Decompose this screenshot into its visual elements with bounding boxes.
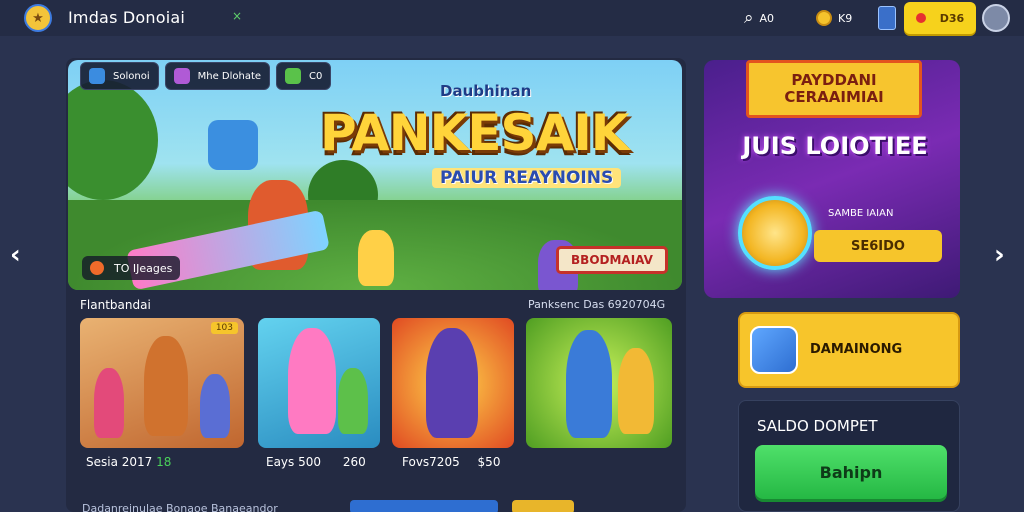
app-title: Imdas Donoiai (68, 8, 186, 27)
character-figure (566, 330, 612, 438)
hero-chip-label: Solonoi (113, 70, 150, 82)
card-tag: 103 (210, 322, 238, 334)
reward-coin-icon (738, 196, 812, 270)
card-caption-extra: $50 (477, 455, 501, 469)
card-caption-text: Fovs7205 (402, 455, 460, 469)
profile-icon[interactable] (982, 4, 1010, 32)
promo-title: JUIS LOIOTIEE (742, 132, 928, 160)
hero-badge: TO IJeages (82, 256, 181, 280)
hero-chip-label: C0 (309, 70, 323, 82)
hero-chip-label: Mhe Dlohate (197, 70, 262, 82)
notification-dot-icon (915, 13, 926, 23)
character-figure (426, 328, 478, 438)
wallet-panel: SALDO DOMPET Bahipn (738, 400, 960, 512)
character-figure (144, 336, 188, 436)
deposit-button-label: D36 (939, 11, 965, 25)
card-caption-text: Eays 500 (266, 455, 322, 469)
hero-badge-label: TO IJeages (114, 261, 173, 275)
wallet-title: SALDO DOMPET (757, 417, 878, 435)
game-card[interactable] (526, 318, 672, 448)
hero-chip[interactable]: C0 (276, 62, 332, 90)
gift-icon (173, 68, 190, 84)
hero-title: PANKESAIK (320, 104, 630, 162)
search-button[interactable]: ⌕ A0 (744, 0, 774, 36)
coin-value: K9 (838, 11, 853, 25)
top-bar: ★ Imdas Donoiai × ⌕ A0 K9 D36 (0, 0, 1024, 36)
hero-kicker: Daubhinan (440, 82, 532, 100)
badge-icon (90, 261, 104, 275)
card-caption-extra: 260 (342, 455, 366, 469)
coin-balance[interactable]: K9 (816, 0, 852, 36)
user-avatar-icon[interactable] (878, 6, 896, 30)
card-caption: Sesia 2017 18 (86, 455, 171, 469)
character-figure (288, 328, 336, 434)
card-caption: Fovs7205 $50 (402, 455, 500, 469)
carousel-prev-icon[interactable]: ‹ (10, 240, 21, 270)
promo-ribbon: PAYDDANI CERAAIMIAI (746, 60, 922, 118)
character-figure (94, 368, 124, 438)
game-card[interactable] (258, 318, 380, 448)
hero-chip[interactable]: Solonoi (80, 62, 159, 90)
hero-chip-row: Solonoi Mhe Dlohate C0 (80, 62, 332, 90)
card-caption: Eays 500 260 (266, 455, 366, 469)
carousel-next-icon[interactable]: › (994, 240, 1005, 270)
controller-icon (285, 68, 302, 84)
hero-play-button[interactable]: BBODMAIAV (556, 246, 668, 274)
promo-ribbon-line2: CERAAIMIAI (784, 88, 884, 106)
hero-character (358, 230, 394, 286)
card-caption-text: Sesia 2017 (86, 455, 153, 469)
game-card[interactable]: 103 (80, 318, 244, 448)
footer-text: Dadanreinulae Bonaoe Banaeandor (82, 502, 278, 512)
section-meta: Panksenc Das 6920704G (528, 298, 666, 311)
close-small-icon[interactable]: × (232, 9, 242, 23)
deposit-button[interactable]: D36 (904, 2, 976, 34)
hero-subtitle: PAIUR REAYNOINS (432, 168, 622, 188)
card-caption-extra: 18 (156, 455, 172, 469)
search-label: A0 (759, 11, 775, 25)
planet-icon (89, 68, 105, 84)
robot-character (208, 120, 258, 170)
character-figure (338, 368, 368, 434)
promo-banner[interactable]: PAYDDANI CERAAIMIAI JUIS LOIOTIEE SAMBE … (704, 60, 960, 298)
character-figure (618, 348, 654, 434)
promo-label: SAMBE IAIAN (828, 208, 894, 219)
footer-thumbnail[interactable] (350, 500, 498, 512)
game-logo-icon[interactable]: ★ (24, 4, 52, 32)
search-icon: ⌕ (744, 8, 754, 28)
wallet-button[interactable]: Bahipn (755, 445, 947, 499)
promo-amount-button[interactable]: SE6IDO (814, 230, 942, 262)
app-promo-card[interactable]: DAMAINONG (738, 312, 960, 388)
section-title: Flantbandai (80, 298, 151, 312)
coin-icon (816, 10, 832, 26)
footer-thumbnail[interactable] (512, 500, 574, 512)
promo-ribbon-line1: PAYDDANI (791, 71, 877, 89)
game-app-icon (750, 326, 798, 374)
tree-graphic (68, 80, 158, 200)
app-promo-label: DAMAINONG (810, 342, 903, 357)
hero-chip[interactable]: Mhe Dlohate (164, 62, 271, 90)
character-figure (200, 374, 230, 438)
game-card[interactable] (392, 318, 514, 448)
